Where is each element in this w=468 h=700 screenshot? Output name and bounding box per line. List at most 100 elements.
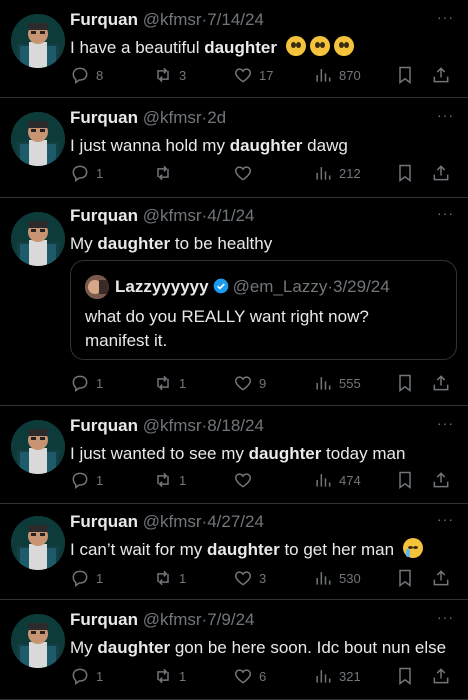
action-bar: 1 1 9 555: [70, 372, 450, 394]
reply-count: 1: [96, 472, 104, 488]
retweet-button[interactable]: 1: [153, 469, 186, 491]
more-icon[interactable]: ···: [437, 610, 454, 624]
bookmark-button[interactable]: [395, 64, 415, 86]
tweet-text-bold: daughter: [97, 234, 171, 253]
user-handle[interactable]: @kfmsr: [143, 108, 202, 127]
more-icon[interactable]: ···: [437, 108, 454, 122]
reply-button[interactable]: 1: [70, 665, 103, 687]
quoted-avatar[interactable]: [85, 275, 109, 299]
views-button[interactable]: 474: [313, 469, 361, 491]
share-button[interactable]: [431, 64, 451, 86]
avatar[interactable]: [11, 420, 65, 474]
display-name[interactable]: Furquan: [70, 10, 138, 29]
like-button[interactable]: [233, 469, 259, 491]
action-bar: 1 1 6 321: [70, 665, 450, 687]
tweet-date[interactable]: 4/27/24: [207, 512, 264, 531]
retweet-button[interactable]: [153, 162, 179, 184]
more-icon[interactable]: ···: [437, 416, 454, 430]
share-icon: [431, 65, 451, 85]
tweet-header: Furquan @kfmsr·2d: [70, 108, 226, 128]
retweet-button[interactable]: 1: [153, 567, 186, 589]
more-icon[interactable]: ···: [437, 206, 454, 220]
reply-button[interactable]: 1: [70, 567, 103, 589]
views-button[interactable]: 530: [313, 567, 361, 589]
display-name[interactable]: Furquan: [70, 206, 138, 225]
pleading-face-emoji-icon: [309, 36, 330, 56]
display-name[interactable]: Furquan: [70, 416, 138, 435]
display-name[interactable]: Furquan: [70, 610, 138, 629]
user-handle[interactable]: @kfmsr: [143, 512, 202, 531]
retweet-button[interactable]: 1: [153, 665, 186, 687]
quoted-tweet[interactable]: Lazzyyyyyy @em_Lazzy·3/29/24 what do you R…: [70, 260, 457, 360]
user-handle[interactable]: @kfmsr: [143, 206, 202, 225]
quoted-date[interactable]: 3/29/24: [333, 277, 390, 296]
views-icon: [313, 373, 333, 393]
views-button[interactable]: 321: [313, 665, 361, 687]
retweet-count: 1: [179, 668, 187, 684]
avatar[interactable]: [11, 112, 65, 166]
like-button[interactable]: 3: [233, 567, 266, 589]
quoted-display-name[interactable]: Lazzyyyyyy: [115, 277, 209, 296]
like-count: 17: [259, 67, 274, 83]
tweet-text-part: [277, 38, 282, 57]
reply-button[interactable]: 1: [70, 469, 103, 491]
tweet-text: I can’t wait for my daughter to get her …: [70, 538, 460, 561]
reply-button[interactable]: 1: [70, 162, 103, 184]
tweet-text-part: I just wanted to see my: [70, 444, 249, 463]
bookmark-button[interactable]: [395, 469, 415, 491]
views-button[interactable]: 212: [313, 162, 361, 184]
avatar[interactable]: [11, 516, 65, 570]
retweet-count: 1: [179, 570, 187, 586]
heart-icon: [233, 568, 253, 588]
like-button[interactable]: 17: [233, 64, 273, 86]
share-button[interactable]: [431, 469, 451, 491]
bookmark-button[interactable]: [395, 372, 415, 394]
share-icon: [431, 470, 451, 490]
bookmark-icon: [395, 163, 415, 183]
tweet-date[interactable]: 7/9/24: [207, 610, 254, 629]
reply-button[interactable]: 8: [70, 64, 103, 86]
more-icon[interactable]: ···: [437, 512, 454, 526]
like-button[interactable]: 6: [233, 665, 266, 687]
quoted-text: what do you REALLY want right now? manif…: [85, 307, 369, 350]
views-icon: [313, 65, 333, 85]
more-icon[interactable]: ···: [437, 10, 454, 24]
tweet-text: I have a beautiful daughter: [70, 36, 460, 59]
quoted-handle[interactable]: @em_Lazzy: [233, 277, 328, 296]
views-count: 870: [339, 67, 361, 83]
retweet-button[interactable]: 3: [153, 64, 186, 86]
pleading-face-emoji-icon: [285, 36, 306, 56]
tweet-date[interactable]: 7/14/24: [207, 10, 264, 29]
bookmark-button[interactable]: [395, 567, 415, 589]
bookmark-button[interactable]: [395, 162, 415, 184]
bookmark-button[interactable]: [395, 665, 415, 687]
avatar[interactable]: [11, 14, 65, 68]
share-button[interactable]: [431, 372, 451, 394]
retweet-button[interactable]: 1: [153, 372, 186, 394]
like-button[interactable]: [233, 162, 259, 184]
share-button[interactable]: [431, 567, 451, 589]
bookmark-icon: [395, 666, 415, 686]
user-handle[interactable]: @kfmsr: [143, 10, 202, 29]
user-handle[interactable]: @kfmsr: [143, 416, 202, 435]
tweet-date[interactable]: 4/1/24: [207, 206, 254, 225]
views-icon: [313, 163, 333, 183]
user-handle[interactable]: @kfmsr: [143, 610, 202, 629]
pleading-face-emoji-icon: [333, 36, 354, 56]
reply-button[interactable]: 1: [70, 372, 103, 394]
share-icon: [431, 373, 451, 393]
share-button[interactable]: [431, 162, 451, 184]
display-name[interactable]: Furquan: [70, 512, 138, 531]
display-name[interactable]: Furquan: [70, 108, 138, 127]
like-button[interactable]: 9: [233, 372, 266, 394]
avatar[interactable]: [11, 614, 65, 668]
share-button[interactable]: [431, 665, 451, 687]
tweet-text: I just wanted to see my daughter today m…: [70, 442, 460, 465]
tweet-date[interactable]: 2d: [207, 108, 226, 127]
tweet-text: I just wanna hold my daughter dawg: [70, 134, 460, 157]
views-button[interactable]: 870: [313, 64, 361, 86]
avatar[interactable]: [11, 212, 65, 266]
reply-icon: [70, 568, 90, 588]
tweet-date[interactable]: 8/18/24: [207, 416, 264, 435]
views-button[interactable]: 555: [313, 372, 361, 394]
